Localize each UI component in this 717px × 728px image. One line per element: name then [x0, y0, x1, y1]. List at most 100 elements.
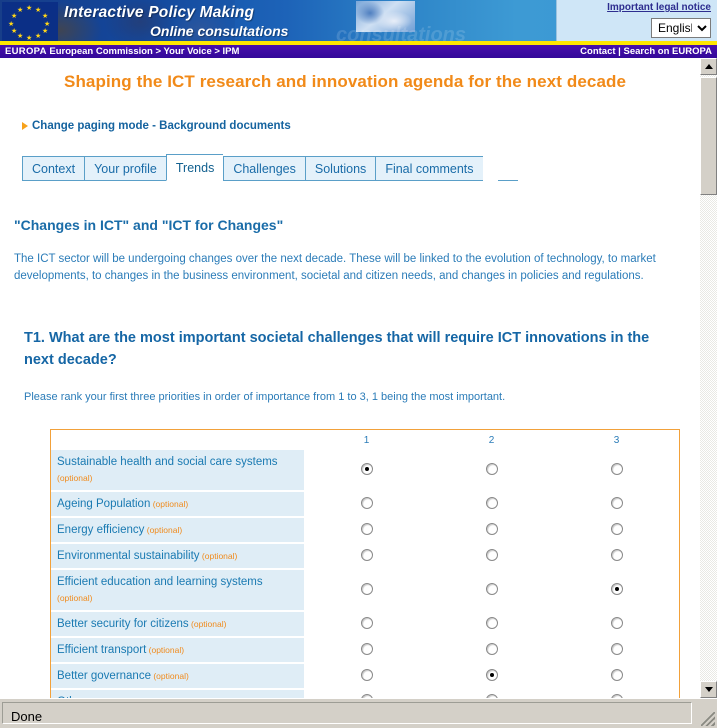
matrix-row-label-text: Better security for citizens — [57, 618, 189, 630]
optional-tag: (optional) — [199, 551, 238, 561]
radio-button-rank-1[interactable] — [360, 463, 373, 475]
matrix-col-header-3: 3 — [613, 434, 620, 446]
table-row: Other (optional) — [51, 689, 679, 698]
radio-button-rank-2[interactable] — [485, 642, 498, 655]
matrix-radio-cell[interactable] — [304, 637, 429, 663]
important-legal-notice-link[interactable]: Important legal notice — [607, 2, 711, 13]
legal-and-language-box: Important legal notice English — [556, 0, 717, 45]
banner-subtitle: Online consultations — [150, 23, 289, 39]
matrix-radio-cell[interactable] — [429, 637, 554, 663]
question-title: T1. What are the most important societal… — [24, 330, 650, 368]
matrix-radio-cell[interactable] — [429, 543, 554, 569]
tab-challenges[interactable]: Challenges — [223, 156, 305, 181]
matrix-radio-cell[interactable] — [554, 450, 679, 491]
optional-tag: (optional) — [57, 593, 93, 603]
matrix-radio-cell[interactable] — [554, 611, 679, 637]
matrix-radio-cell[interactable] — [554, 491, 679, 517]
matrix-radio-cell[interactable] — [304, 689, 429, 698]
scroll-up-arrow-icon[interactable] — [700, 58, 717, 75]
matrix-radio-cell[interactable] — [554, 517, 679, 543]
table-row: Sustainable health and social care syste… — [51, 450, 679, 492]
section-heading: "Changes in ICT" and "ICT for Changes" — [14, 217, 284, 233]
radio-button-rank-3[interactable] — [610, 582, 623, 595]
matrix-radio-cell[interactable] — [304, 663, 429, 689]
matrix-radio-cell[interactable] — [429, 611, 554, 637]
radio-button-rank-1[interactable] — [360, 582, 373, 595]
tab-trends[interactable]: Trends — [165, 154, 224, 181]
radio-button-rank-3[interactable] — [610, 522, 623, 535]
banner-title: Interactive Policy Making — [64, 4, 255, 21]
matrix-radio-cell[interactable] — [304, 450, 429, 491]
matrix-radio-cell[interactable] — [304, 491, 429, 517]
matrix-radio-cell[interactable] — [304, 569, 429, 611]
matrix-row-label-text: Energy efficiency — [57, 524, 145, 536]
radio-button-rank-3[interactable] — [610, 616, 623, 629]
matrix-radio-cell[interactable] — [429, 569, 554, 611]
radio-button-rank-2[interactable] — [485, 616, 498, 629]
matrix-row-label-text: Better governance — [57, 670, 151, 682]
tab-final-comments[interactable]: Final comments — [375, 156, 483, 181]
matrix-radio-cell[interactable] — [304, 517, 429, 543]
matrix-radio-cell[interactable] — [429, 689, 554, 698]
table-row: Better security for citizens (optional) — [51, 611, 679, 638]
page-content-area: Shaping the ICT research and innovation … — [0, 58, 701, 698]
change-paging-mode-link[interactable]: Change paging mode - Background document… — [32, 120, 291, 132]
radio-button-rank-1[interactable] — [360, 642, 373, 655]
radio-button-rank-3[interactable] — [610, 642, 623, 655]
radio-button-rank-1[interactable] — [360, 522, 373, 535]
ranking-matrix-table: 1 2 3 Sustainable health and social care… — [51, 430, 679, 698]
breadcrumb-separator: | — [618, 46, 621, 57]
matrix-radio-cell[interactable] — [429, 663, 554, 689]
matrix-row-label: Environmental sustainability (optional) — [51, 543, 304, 570]
scroll-down-arrow-icon[interactable] — [700, 681, 717, 698]
tab-context[interactable]: Context — [22, 156, 85, 181]
matrix-row-label: Other (optional) — [51, 689, 304, 698]
tab-your-profile[interactable]: Your profile — [84, 156, 166, 181]
scrollbar-thumb[interactable] — [700, 77, 717, 195]
matrix-radio-cell[interactable] — [304, 611, 429, 637]
tab-bar: Context Your profile Trends Challenges S… — [22, 154, 688, 181]
radio-button-rank-2[interactable] — [485, 522, 498, 535]
radio-button-rank-2[interactable] — [485, 548, 498, 561]
radio-button-rank-2[interactable] — [485, 582, 498, 595]
radio-button-rank-3[interactable] — [610, 496, 623, 509]
matrix-row-label-text: Environmental sustainability — [57, 550, 200, 562]
breadcrumb-europa[interactable]: EUROPA — [5, 46, 47, 57]
radio-button-rank-1[interactable] — [360, 616, 373, 629]
radio-button-rank-1[interactable] — [360, 668, 373, 681]
radio-button-rank-1[interactable] — [360, 548, 373, 561]
matrix-radio-cell[interactable] — [304, 543, 429, 569]
matrix-label-column-header — [51, 430, 304, 450]
matrix-row-label: Better governance (optional) — [51, 663, 304, 690]
matrix-row-label-text: Efficient education and learning systems — [57, 576, 263, 588]
radio-button-rank-3[interactable] — [610, 668, 623, 681]
radio-button-rank-3[interactable] — [610, 548, 623, 561]
matrix-body: Sustainable health and social care syste… — [51, 450, 679, 698]
radio-button-rank-2[interactable] — [485, 668, 498, 681]
matrix-radio-cell[interactable] — [429, 450, 554, 491]
radio-button-rank-1[interactable] — [360, 496, 373, 509]
radio-button-rank-2[interactable] — [485, 463, 498, 475]
matrix-radio-cell[interactable] — [554, 689, 679, 698]
vertical-scrollbar[interactable] — [699, 58, 717, 698]
language-select[interactable]: English — [651, 18, 711, 38]
optional-tag: (optional) — [57, 473, 93, 483]
matrix-radio-cell[interactable] — [429, 491, 554, 517]
table-row: Energy efficiency (optional) — [51, 517, 679, 544]
matrix-radio-cell[interactable] — [554, 543, 679, 569]
contact-link[interactable]: Contact — [580, 46, 615, 57]
radio-button-rank-2[interactable] — [485, 496, 498, 509]
radio-button-rank-3[interactable] — [610, 463, 623, 475]
search-europa-link[interactable]: Search on EUROPA — [623, 46, 712, 57]
optional-tag: (optional) — [146, 645, 185, 655]
resize-grip-icon[interactable] — [701, 712, 715, 726]
table-row: Efficient transport (optional) — [51, 637, 679, 664]
breadcrumb-path[interactable]: European Commission > Your Voice > IPM — [49, 46, 239, 57]
matrix-radio-cell[interactable] — [554, 663, 679, 689]
matrix-radio-cell[interactable] — [554, 637, 679, 663]
matrix-radio-cell[interactable] — [429, 517, 554, 543]
status-text: Done — [11, 709, 43, 724]
tab-solutions[interactable]: Solutions — [304, 156, 376, 181]
optional-tag: (optional) — [188, 619, 227, 629]
matrix-radio-cell[interactable] — [554, 569, 679, 611]
